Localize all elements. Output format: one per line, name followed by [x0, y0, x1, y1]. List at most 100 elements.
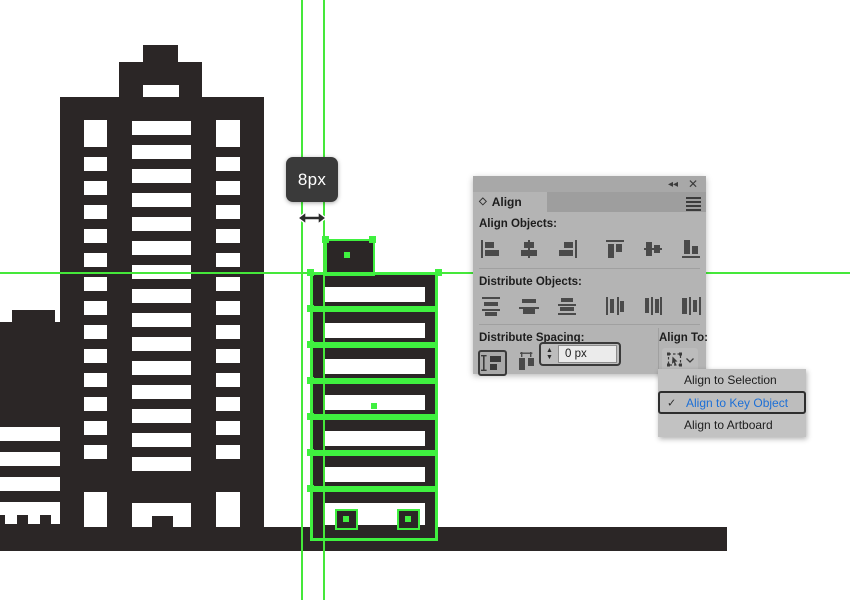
tower-window	[84, 421, 107, 435]
menu-item-align-to-key-object[interactable]: ✓ Align to Key Object	[658, 391, 806, 414]
tower-window-center	[132, 193, 191, 207]
selection-anchor[interactable]	[307, 449, 314, 456]
tower-window	[216, 349, 240, 363]
tower-window	[216, 325, 240, 339]
tower-window	[84, 397, 107, 411]
menu-item-align-to-selection[interactable]: Align to Selection	[658, 369, 806, 391]
distribute-horizontal-centers-button[interactable]	[641, 295, 665, 317]
spacing-stepper[interactable]: ▲ ▼ 0 px	[539, 342, 621, 366]
align-bottom-edges-button[interactable]	[679, 238, 703, 260]
distribute-right-edges-button[interactable]	[679, 295, 703, 317]
selection-center-point	[405, 516, 411, 522]
tower-window-center	[132, 145, 191, 159]
tab-align[interactable]: ◇ Align	[473, 192, 547, 212]
measure-value: 8px	[297, 169, 327, 189]
tower-window	[84, 325, 107, 339]
align-to-divider	[658, 328, 659, 374]
align-top-edges-button[interactable]	[603, 238, 627, 260]
small-building-fence-post	[17, 515, 28, 525]
selection-floor-segment[interactable]	[310, 453, 438, 489]
tower-window	[216, 120, 240, 147]
panel-tab-bar: ◇ Align	[473, 192, 706, 212]
menu-item-align-to-artboard[interactable]: Align to Artboard	[658, 414, 806, 436]
small-building-body	[0, 322, 60, 528]
tower-crown-window	[143, 85, 179, 97]
selection-anchor[interactable]	[307, 305, 314, 312]
distribute-bottom-edges-button[interactable]	[555, 295, 579, 317]
selection-anchor[interactable]	[322, 236, 329, 243]
tower-window	[216, 229, 240, 243]
align-to-dropdown-menu[interactable]: Align to Selection ✓ Align to Key Object…	[658, 369, 806, 437]
tower-window	[216, 157, 240, 171]
selection-anchor[interactable]	[307, 377, 314, 384]
tower-window-center	[132, 433, 191, 447]
horizontal-resize-cursor-icon	[296, 209, 328, 227]
selection-anchor[interactable]	[435, 269, 442, 276]
tower-window-center	[132, 457, 191, 471]
tower-window-center	[132, 289, 191, 303]
menu-item-label: Align to Artboard	[684, 418, 773, 432]
tower-window	[84, 157, 107, 171]
distribute-vertical-centers-button[interactable]	[517, 295, 541, 317]
align-left-edges-button[interactable]	[479, 238, 503, 260]
tower-window	[84, 349, 107, 363]
close-icon[interactable]: ✕	[686, 177, 700, 191]
tower-window-center	[132, 241, 191, 255]
distribute-top-edges-button[interactable]	[479, 295, 503, 317]
tower-window-center	[132, 121, 191, 135]
tower-window	[84, 229, 107, 243]
distribute-vertical-spacing-button[interactable]	[478, 350, 507, 376]
selection-anchor[interactable]	[307, 341, 314, 348]
collapse-panel-icon[interactable]: ◂◂	[666, 178, 680, 190]
tab-align-label: Align	[491, 195, 522, 209]
align-to-label: Align To:	[659, 332, 708, 344]
tower-window	[216, 181, 240, 195]
tower-window-center	[132, 169, 191, 183]
tower-window-center	[132, 313, 191, 327]
selection-floor-segment[interactable]	[310, 345, 438, 381]
selection-floor-segment[interactable]	[310, 272, 438, 309]
section-divider	[479, 324, 700, 325]
tower-window-center	[132, 409, 191, 423]
chevron-down-icon	[685, 358, 694, 363]
tower-window-center	[132, 337, 191, 351]
tower-window	[216, 253, 240, 267]
smart-guide-measure-tooltip: 8px	[286, 157, 338, 202]
selection-center-point	[344, 252, 350, 258]
small-building-fence-post	[40, 515, 51, 525]
stepper-arrows-icon[interactable]: ▲ ▼	[541, 344, 558, 364]
tower-antenna-base	[143, 45, 178, 63]
selection-anchor[interactable]	[307, 485, 314, 492]
panel-title-bar: ◂◂ ✕	[473, 176, 706, 192]
align-right-edges-button[interactable]	[555, 238, 579, 260]
small-building-window-row	[0, 427, 60, 441]
tower-window	[84, 301, 107, 315]
selection-floor-segment[interactable]	[310, 309, 438, 345]
illustration-canvas[interactable]	[0, 0, 850, 600]
tower-window	[84, 373, 107, 387]
tower-window	[84, 120, 107, 147]
align-vertical-centers-button[interactable]	[641, 238, 665, 260]
panel-menu-icon[interactable]	[686, 197, 701, 211]
spacing-input[interactable]: 0 px	[558, 345, 617, 363]
tower-window	[84, 205, 107, 219]
selection-anchor[interactable]	[369, 236, 376, 243]
distribute-objects-label: Distribute Objects:	[479, 276, 582, 288]
small-building-roof	[12, 310, 55, 324]
vertical-guide-1[interactable]	[301, 0, 303, 600]
tower-window-center	[132, 217, 191, 231]
section-divider	[479, 268, 700, 269]
selection-floor-segment[interactable]	[310, 417, 438, 453]
align-horizontal-centers-button[interactable]	[517, 238, 541, 260]
checkmark-icon: ✓	[667, 397, 677, 409]
tower-window	[216, 205, 240, 219]
selection-anchor[interactable]	[307, 413, 314, 420]
selection-floor-segment[interactable]	[310, 381, 438, 417]
distribute-horizontal-spacing-button[interactable]	[515, 350, 539, 372]
distribute-left-edges-button[interactable]	[603, 295, 627, 317]
selection-anchor[interactable]	[307, 269, 314, 276]
selection-rooftop-box[interactable]	[325, 239, 375, 276]
tower-window	[84, 253, 107, 267]
tab-grip-icon: ◇	[479, 196, 487, 207]
small-building-window-row	[0, 477, 60, 491]
